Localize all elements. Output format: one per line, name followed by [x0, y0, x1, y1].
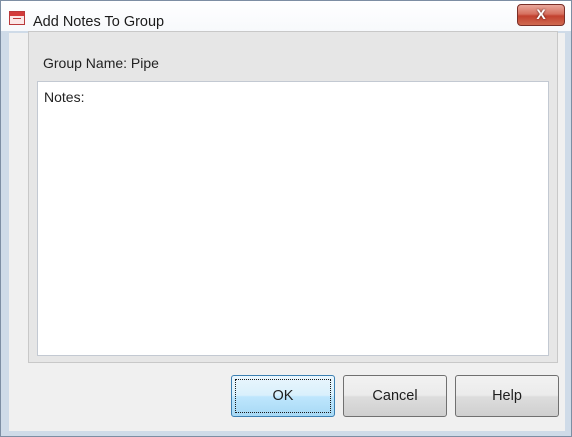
app-icon	[9, 11, 25, 25]
group-name-label: Group Name: Pipe	[43, 55, 159, 71]
cancel-button[interactable]: Cancel	[343, 375, 447, 417]
group-panel: Group Name: Pipe Notes:	[28, 31, 558, 363]
notes-textarea[interactable]: Notes:	[37, 81, 549, 356]
ok-button-label: OK	[272, 388, 294, 404]
add-notes-dialog: Add Notes To Group X Group Name: Pipe No…	[0, 0, 572, 437]
notes-label: Notes:	[44, 89, 85, 105]
title-bar[interactable]: Add Notes To Group X	[1, 1, 571, 31]
cancel-button-label: Cancel	[372, 388, 418, 404]
help-button[interactable]: Help	[455, 375, 559, 417]
ok-button[interactable]: OK	[231, 375, 335, 417]
close-icon: X	[536, 6, 546, 22]
window-title: Add Notes To Group	[33, 14, 165, 30]
close-button[interactable]: X	[517, 4, 565, 26]
help-button-label: Help	[492, 388, 522, 404]
dialog-client-area: Group Name: Pipe Notes: OK Cancel Help	[9, 31, 565, 431]
